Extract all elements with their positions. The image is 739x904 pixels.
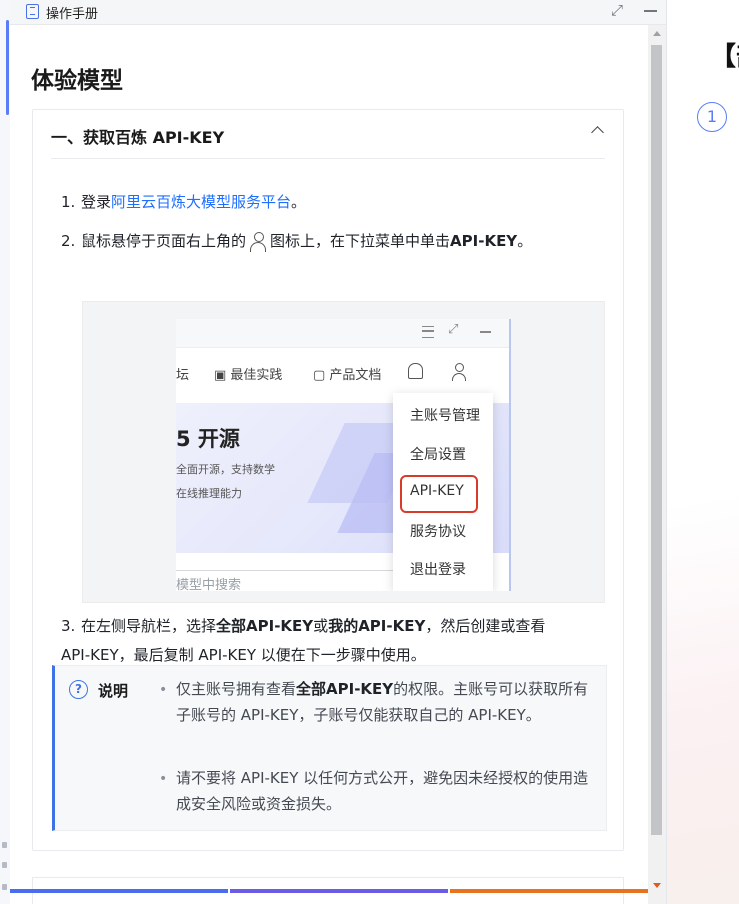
step-text: 鼠标悬停于页面右上角的 (81, 232, 247, 250)
scroll-up-arrow[interactable] (653, 31, 661, 36)
expand-icon[interactable]: ⤢ (611, 1, 623, 19)
screenshot-nav-item: ▣ 最佳实践 (214, 368, 283, 383)
page-title: 体验模型 (31, 68, 123, 94)
section-card: 一、获取百炼 API-KEY 1. 登录阿里云百炼大模型服务平台。 2. 鼠标悬停于… (32, 109, 624, 851)
note-label: 说明 (98, 682, 129, 700)
step-bold-text: 全部API-KEY (216, 617, 314, 635)
manual-content: 体验模型 一、获取百炼 API-KEY 1. 登录阿里云百炼大模型服务平台。 2.… (10, 25, 650, 904)
background-page (666, 0, 739, 904)
active-nav-indicator (6, 20, 9, 115)
search-placeholder: 模型中搜索 (176, 578, 242, 591)
step-number: 2. (61, 232, 76, 250)
chevron-up-icon[interactable] (591, 126, 604, 139)
screenshot-nav-item: ▢ 产品文档 (313, 368, 382, 383)
section-heading[interactable]: 一、获取百炼 API-KEY (51, 124, 224, 148)
book-icon (26, 4, 39, 19)
bailian-platform-link[interactable]: 阿里云百炼大模型服务平台 (111, 193, 291, 211)
step-1: 1. 登录阿里云百炼大模型服务平台。 (61, 188, 606, 217)
screenshot-titlebar: ⤢ (176, 319, 509, 348)
step-text: 登录 (81, 193, 112, 211)
question-icon: ? (69, 680, 88, 699)
minimize-icon[interactable] (644, 10, 657, 12)
progress-segment (450, 889, 660, 893)
bullet: • (159, 771, 168, 787)
panel-title: 操作手册 (46, 7, 99, 22)
minimize-icon (480, 331, 491, 333)
instruction-screenshot: ⤢ 坛 ▣ 最佳实践 ▢ 产品文档 5 开源 全面开源，支持数学 在线推理能力 (82, 301, 605, 603)
scroll-down-arrow[interactable] (653, 883, 661, 888)
step-text: 。 (291, 193, 307, 211)
screenshot-nav-item: 坛 (176, 368, 190, 383)
expand-icon: ⤢ (448, 322, 459, 337)
note-item: 请不要将 API-KEY 以任何方式公开，避免因未经授权的使用造成安全风险或资金… (176, 769, 589, 813)
step-text: API-KEY，最后复制 API-KEY 以便在下一步骤中使用。 (61, 646, 426, 664)
step-number-circle: 1 (697, 102, 727, 132)
search-divider (176, 570, 394, 571)
bell-icon (408, 363, 423, 379)
user-dropdown-menu: 主账号管理 全局设置 API-KEY 服务协议 退出登录 (393, 393, 493, 591)
panel-titlebar: 操作手册 ⤢ (10, 0, 666, 25)
divider (51, 158, 605, 159)
step-number: 3. (61, 617, 76, 635)
user-icon (249, 231, 267, 252)
step-3: 3. 在左侧导航栏，选择全部API-KEY或我的API-KEY，然后创建或查看 AP… (61, 612, 606, 670)
nav-label: 最佳实践 (230, 368, 283, 383)
banner-text: 全面开源，支持数学 (176, 463, 275, 476)
note-bold-text: 全部API-KEY (296, 680, 394, 698)
note-box: ? 说明 • 仅主账号拥有查看全部API-KEY的权限。主账号可以获取所有子账号… (52, 665, 607, 831)
step-text: ，然后创建或查看 (425, 617, 546, 635)
sidebar-tick (2, 884, 7, 890)
scrollbar[interactable] (648, 25, 666, 904)
note-item: 仅主账号拥有查看全部API-KEY的权限。主账号可以获取所有子账号的 API-K… (176, 676, 591, 728)
progress-segment (10, 889, 228, 893)
note-text: 仅主账号拥有查看 (176, 680, 297, 698)
banner-text: 在线推理能力 (176, 487, 242, 500)
step-2: 2. 鼠标悬停于页面右上角的 图标上，在下拉菜单中单击API-KEY。 (61, 227, 606, 256)
menu-icon (422, 326, 434, 338)
screenshot-window: ⤢ 坛 ▣ 最佳实践 ▢ 产品文档 5 开源 全面开源，支持数学 在线推理能力 (176, 319, 511, 591)
highlight-box (400, 475, 478, 513)
dropdown-item: 退出登录 (410, 562, 466, 578)
step-bold-text: API-KEY (450, 232, 518, 250)
sidebar-tick (2, 842, 7, 848)
step-number: 1. (61, 193, 76, 211)
step-text: 。 (517, 232, 533, 250)
step-text: 图标上，在下拉菜单中单击 (270, 232, 451, 250)
background-heading: 【部 (710, 42, 739, 72)
dropdown-item: 服务协议 (410, 524, 466, 540)
nav-label: 产品文档 (329, 368, 382, 383)
step-bold-text: 我的API-KEY (328, 617, 426, 635)
user-icon (451, 363, 467, 381)
manual-panel: 操作手册 ⤢ 体验模型 一、获取百炼 API-KEY 1. 登录阿里云百炼大模型服… (10, 0, 667, 904)
sidebar-tick (2, 862, 7, 868)
dropdown-item: 主账号管理 (410, 408, 480, 424)
progress-segment (230, 889, 448, 893)
bullet: • (159, 682, 168, 698)
scrollbar-thumb[interactable] (651, 45, 662, 835)
dropdown-item: 全局设置 (410, 447, 466, 463)
step-text: 或 (313, 617, 329, 635)
step-text: 在左侧导航栏，选择 (81, 617, 217, 635)
banner-title: 5 开源 (176, 427, 240, 451)
